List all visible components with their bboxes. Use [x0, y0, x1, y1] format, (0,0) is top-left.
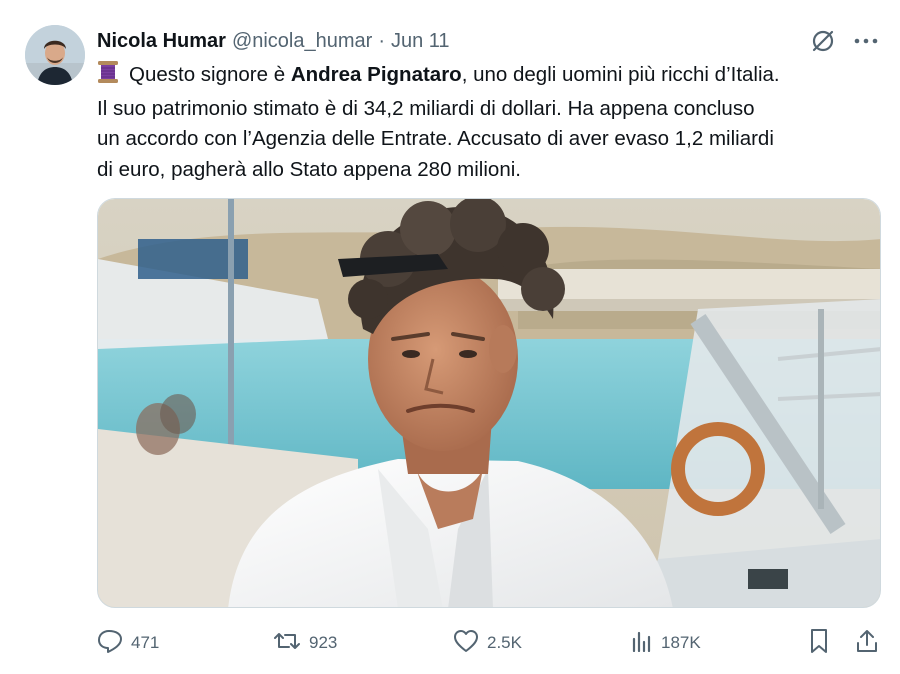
author-display-name[interactable]: Nicola Humar — [97, 30, 226, 53]
tweet-date[interactable]: Jun 11 — [391, 30, 450, 53]
more-icon[interactable] — [854, 37, 878, 45]
bookmark-icon — [808, 628, 830, 659]
tweet-photo[interactable] — [97, 198, 881, 608]
tweet-header: Nicola Humar @nicola_humar · Jun 11 — [97, 28, 450, 54]
separator-dot: · — [378, 29, 385, 52]
repost-icon — [273, 630, 301, 657]
like-button[interactable]: 2.5K — [453, 626, 522, 660]
reply-icon — [97, 629, 123, 658]
reply-button[interactable]: 471 — [97, 626, 159, 660]
share-icon — [855, 628, 879, 659]
tweet-text-intro: Questo signore è — [129, 63, 291, 86]
tweet: Nicola Humar @nicola_humar · Jun 11 Ques… — [0, 0, 900, 674]
avatar[interactable] — [25, 25, 85, 85]
tweet-top-actions — [810, 28, 878, 54]
tweet-text-line-1: Questo signore è Andrea Pignataro, uno d… — [97, 60, 887, 94]
views-icon — [631, 630, 653, 657]
bookmark-button[interactable] — [808, 626, 830, 660]
tweet-actions: 471 923 2.5K 187K — [97, 626, 887, 660]
like-count: 2.5K — [487, 633, 522, 652]
tweet-text-line-1-rest: , uno degli uomini più ricchi d’Italia. — [461, 63, 780, 86]
author-handle[interactable]: @nicola_humar — [232, 30, 372, 53]
tweet-text-line-4: di euro, pagherà allo Stato appena 280 m… — [97, 157, 521, 181]
tweet-text-line-2: Il suo patrimonio stimato è di 34,2 mili… — [97, 96, 755, 120]
share-button[interactable] — [855, 626, 879, 660]
repost-count: 923 — [309, 633, 338, 652]
views-count: 187K — [661, 633, 701, 652]
thread-spool-icon — [97, 60, 119, 94]
heart-icon — [453, 629, 479, 658]
grok-icon[interactable] — [810, 28, 836, 54]
tweet-text: Questo signore è Andrea Pignataro, uno d… — [97, 60, 887, 185]
tweet-text-line-3: un accordo con l’Agenzia delle Entrate. … — [97, 127, 774, 150]
repost-button[interactable]: 923 — [273, 626, 337, 660]
views-button[interactable]: 187K — [631, 626, 701, 660]
tweet-text-name: Andrea Pignataro — [290, 63, 462, 86]
reply-count: 471 — [131, 633, 160, 652]
